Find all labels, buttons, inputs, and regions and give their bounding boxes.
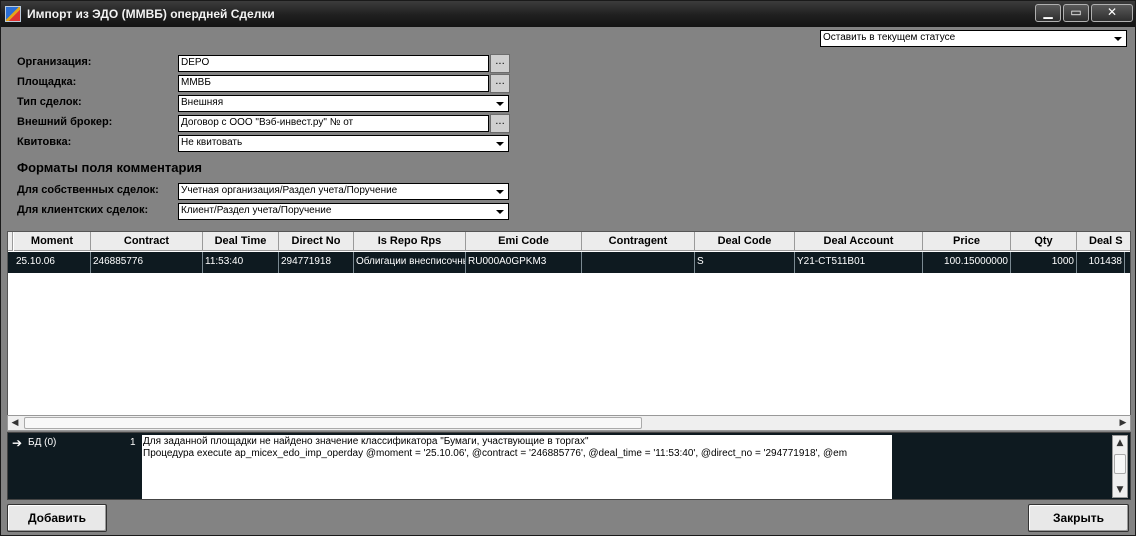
log-source-list[interactable]: ➔ БД (0) 1	[8, 433, 140, 499]
external-broker-field[interactable]: Договор с ООО "Вэб-инвест.ру" № от	[178, 115, 489, 132]
formats-section-title: Форматы поля комментария	[17, 160, 203, 175]
cell-moment: 25.10.06	[14, 252, 91, 273]
own-deals-label: Для собственных сделок:	[17, 184, 159, 196]
platform-browse-button[interactable]: ...	[490, 74, 510, 93]
column-header[interactable]: Deal Time	[203, 232, 279, 251]
platform-label: Площадка:	[17, 76, 77, 88]
log-message-text[interactable]: Для заданной площадки не найдено значени…	[142, 435, 892, 499]
scrollbar-thumb[interactable]	[24, 417, 642, 429]
organization-browse-button[interactable]: ...	[490, 54, 510, 73]
column-header[interactable]: Deal Code	[695, 232, 795, 251]
grid-header: Moment Contract Deal Time Direct No Is R…	[8, 232, 1130, 251]
log-count: 1	[130, 437, 136, 448]
platform-field[interactable]: ММВБ	[178, 75, 489, 92]
close-button[interactable]: Закрыть	[1028, 504, 1129, 532]
maximize-button[interactable]: ▭	[1063, 4, 1089, 22]
column-header[interactable]: Emi Code	[466, 232, 582, 251]
log-source-label: БД (0)	[28, 437, 57, 448]
cell-deal-sum: 101438	[1077, 252, 1125, 273]
client-deals-label: Для клиентских сделок:	[17, 204, 149, 216]
column-header[interactable]: Price	[923, 232, 1011, 251]
column-header[interactable]: Deal Account	[795, 232, 923, 251]
column-header[interactable]: Is Repo Rps	[354, 232, 466, 251]
cell-deal-code: S	[695, 252, 795, 273]
import-window: Импорт из ЭДО (ММВБ) опердней Сделки ▁ ▭…	[0, 0, 1136, 536]
log-vertical-scrollbar[interactable]: ▲ ▼	[1112, 435, 1128, 498]
deal-type-select[interactable]: Внешняя	[178, 95, 509, 112]
kvitovka-value: Не квитовать	[181, 137, 243, 148]
arrow-right-icon: ➔	[12, 436, 23, 450]
chevron-down-icon	[493, 97, 507, 110]
organization-field[interactable]: DEPO	[178, 55, 489, 72]
log-message-line: Для заданной площадки не найдено значени…	[143, 436, 589, 447]
cell-contract: 246885776	[91, 252, 203, 273]
status-select-value: Оставить в текущем статусе	[823, 32, 956, 43]
scroll-left-icon[interactable]: ◀	[9, 417, 21, 429]
message-log: ➔ БД (0) 1 Для заданной площадки не найд…	[7, 432, 1131, 500]
status-select[interactable]: Оставить в текущем статусе	[820, 30, 1127, 47]
cell-direct-no: 294771918	[279, 252, 354, 273]
cell-emi-code: RU000A0GPKM3	[466, 252, 582, 273]
scrollbar-thumb[interactable]	[1114, 454, 1126, 474]
column-header[interactable]: Qty	[1011, 232, 1077, 251]
deal-type-value: Внешняя	[181, 97, 224, 108]
cell-qty: 1000	[1011, 252, 1077, 273]
chevron-down-icon	[1111, 32, 1125, 45]
close-window-button[interactable]: ✕	[1091, 4, 1133, 22]
client-deals-format-select[interactable]: Клиент/Раздел учета/Поручение	[178, 203, 509, 220]
column-header[interactable]: Direct No	[279, 232, 354, 251]
chevron-down-icon	[493, 185, 507, 198]
column-header[interactable]: Moment	[14, 232, 91, 251]
row-indicator-header	[8, 232, 13, 251]
column-header[interactable]: Contragent	[582, 232, 695, 251]
deals-grid: Moment Contract Deal Time Direct No Is R…	[7, 231, 1131, 429]
title-bar: Импорт из ЭДО (ММВБ) опердней Сделки ▁ ▭…	[1, 1, 1135, 27]
app-icon	[5, 6, 21, 22]
external-broker-browse-button[interactable]: ...	[490, 114, 510, 133]
organization-label: Организация:	[17, 56, 92, 68]
log-message-line: Процедура execute ap_micex_edo_imp_operd…	[143, 448, 848, 459]
column-header[interactable]: Contract	[91, 232, 203, 251]
add-button[interactable]: Добавить	[7, 504, 107, 532]
chevron-down-icon	[493, 137, 507, 150]
deal-type-label: Тип сделок:	[17, 96, 82, 108]
kvitovka-label: Квитовка:	[17, 136, 72, 148]
client-deals-format-value: Клиент/Раздел учета/Поручение	[181, 205, 332, 216]
scroll-down-icon[interactable]: ▼	[1114, 484, 1126, 496]
cell-deal-account: Y21-CT511B01	[795, 252, 923, 273]
window-title: Импорт из ЭДО (ММВБ) опердней Сделки	[27, 7, 275, 21]
cell-deal-time: 11:53:40	[203, 252, 279, 273]
cell-contragent	[582, 252, 695, 273]
cell-is-repo-rps: Облигации внесписочные	[354, 252, 466, 273]
external-broker-label: Внешний брокер:	[17, 116, 113, 128]
grid-horizontal-scrollbar[interactable]: ◀ ▶	[7, 415, 1131, 431]
scroll-up-icon[interactable]: ▲	[1114, 437, 1126, 449]
cell-price: 100.15000000	[923, 252, 1011, 273]
scroll-right-icon[interactable]: ▶	[1117, 417, 1129, 429]
column-header[interactable]: Deal S	[1077, 232, 1130, 251]
own-deals-format-select[interactable]: Учетная организация/Раздел учета/Поручен…	[178, 183, 509, 200]
own-deals-format-value: Учетная организация/Раздел учета/Поручен…	[181, 185, 398, 196]
minimize-button[interactable]: ▁	[1035, 4, 1061, 22]
table-row[interactable]: 25.10.06 246885776 11:53:40 294771918 Об…	[8, 252, 1130, 273]
kvitovka-select[interactable]: Не квитовать	[178, 135, 509, 152]
chevron-down-icon	[493, 205, 507, 218]
